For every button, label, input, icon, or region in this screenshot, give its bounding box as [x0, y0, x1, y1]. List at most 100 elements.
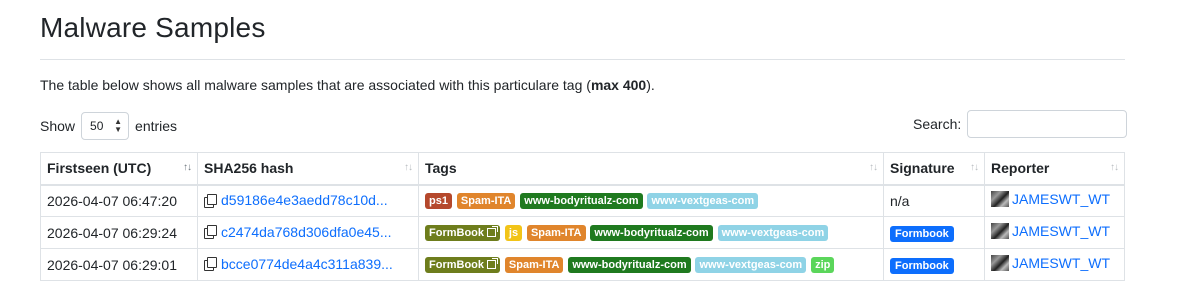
sort-icon: ↑↓ [1110, 162, 1119, 173]
signature-badge[interactable]: Formbook [890, 257, 954, 274]
column-header-label: SHA256 hash [204, 160, 294, 177]
tag-badge[interactable]: ps1 [425, 193, 452, 210]
tags-cell: FormBook js Spam-ITA www-bodyritualz-com… [418, 216, 884, 249]
tag-label: www-bodyritualz-com [594, 227, 709, 240]
hash-wrapper: c2474da768d306dfa0e45... [204, 224, 392, 240]
entries-label: entries [135, 118, 178, 134]
sort-icon: ↑↓ [404, 162, 413, 173]
column-header-label: Reporter [991, 160, 1050, 177]
hash-cell: bcce0774de4a4c311a839... [197, 248, 419, 281]
tag-label: www-vextgeas-com [699, 259, 803, 272]
search-control: Search: [913, 110, 1128, 138]
signature-cell: Formbook [883, 216, 985, 249]
page-title: Malware Samples [40, 12, 266, 43]
firstseen-cell: 2026-04-07 06:29:01 [40, 248, 198, 281]
reporter-wrapper: JAMESWT_WT [991, 223, 1110, 239]
tag-badge[interactable]: js [504, 225, 523, 242]
reporter-link[interactable]: JAMESWT_WT [1012, 255, 1110, 271]
reporter-wrapper: JAMESWT_WT [991, 255, 1110, 271]
reporter-avatar [991, 191, 1009, 208]
reporter-link[interactable]: JAMESWT_WT [1012, 223, 1110, 239]
firstseen-cell: 2026-04-07 06:29:24 [40, 216, 198, 249]
tag-badge[interactable]: Spam-ITA [504, 257, 564, 274]
tag-label: Spam-ITA [508, 259, 560, 272]
hash-cell: c2474da768d306dfa0e45... [197, 216, 419, 249]
tag-label: Spam-ITA [460, 195, 512, 208]
tag-label: FormBook [429, 259, 484, 272]
hash-wrapper: bcce0774de4a4c311a839... [204, 256, 393, 272]
entries-select-value: 50 [90, 119, 104, 133]
tag-badge[interactable]: www-vextgeas-com [717, 225, 829, 242]
tag-label: FormBook [429, 227, 484, 240]
tag-label: zip [815, 259, 831, 272]
hash-link[interactable]: d59186e4e3aedd78c10d... [221, 192, 388, 208]
column-header-reporter[interactable]: Reporter ↑↓ [984, 152, 1125, 186]
reporter-cell: JAMESWT_WT [984, 248, 1125, 281]
title-divider [40, 59, 1125, 60]
intro-text: The table below shows all malware sample… [40, 77, 655, 93]
tag-badge[interactable]: Spam-ITA [526, 225, 586, 242]
copy-icon[interactable] [204, 193, 217, 208]
tag-badge[interactable]: zip [811, 257, 835, 274]
copy-icon[interactable] [204, 257, 217, 272]
tags-cell: FormBook Spam-ITA www-bodyritualz-com ww… [418, 248, 884, 281]
intro-suffix: ). [646, 77, 655, 93]
page: Malware Samples The table below shows al… [0, 0, 1200, 285]
entries-length-control: Show 50 ▲ ▼ entries [40, 112, 177, 140]
hash-link[interactable]: bcce0774de4a4c311a839... [221, 256, 393, 272]
external-link-icon [487, 258, 498, 270]
table-row: 2026-04-07 06:47:20 d59186e4e3aedd78c10d.… [40, 184, 1125, 217]
reporter-cell: JAMESWT_WT [984, 216, 1125, 249]
column-header-label: Firstseen (UTC) [47, 160, 152, 177]
reporter-avatar [991, 255, 1009, 271]
reporter-wrapper: JAMESWT_WT [991, 191, 1110, 208]
column-header-label: Tags [425, 160, 457, 177]
firstseen-cell: 2026-04-07 06:47:20 [40, 184, 198, 217]
tag-label: Spam-ITA [530, 227, 582, 240]
intro-prefix: The table below shows all malware sample… [40, 77, 591, 93]
tag-label: www-vextgeas-com [651, 195, 755, 208]
tag-badge[interactable]: Spam-ITA [456, 193, 516, 210]
sort-icon: ↑↓ [183, 162, 192, 173]
entries-select[interactable]: 50 ▲ ▼ [81, 112, 130, 140]
table-row: 2026-04-07 06:29:01 bcce0774de4a4c311a839… [40, 248, 1125, 281]
hash-cell: d59186e4e3aedd78c10d... [197, 184, 419, 217]
table-row: 2026-04-07 06:29:24 c2474da768d306dfa0e45… [40, 216, 1125, 249]
hash-link[interactable]: c2474da768d306dfa0e45... [221, 224, 392, 240]
tag-label: www-bodyritualz-com [524, 195, 639, 208]
tag-badge[interactable]: www-bodyritualz-com [590, 225, 713, 242]
column-header-sha256[interactable]: SHA256 hash ↑↓ [197, 152, 419, 186]
tags-cell: ps1 Spam-ITA www-bodyritualz-com www-vex… [418, 184, 884, 217]
search-label: Search: [913, 116, 962, 132]
tag-badge[interactable]: www-vextgeas-com [695, 257, 807, 274]
sort-icon: ↑↓ [970, 162, 979, 173]
column-header-firstseen[interactable]: Firstseen (UTC) ↑↓ [40, 152, 198, 186]
tag-badge[interactable]: www-bodyritualz-com [568, 257, 691, 274]
reporter-avatar [991, 223, 1009, 239]
tag-label: www-bodyritualz-com [572, 259, 687, 272]
samples-table: Firstseen (UTC) ↑↓ SHA256 hash ↑↓ Tags ↑↓ S… [40, 152, 1125, 281]
signature-cell: Formbook [883, 248, 985, 281]
signature-badge[interactable]: Formbook [890, 225, 954, 242]
show-label: Show [40, 118, 76, 134]
tag-badge[interactable]: www-bodyritualz-com [520, 193, 643, 210]
column-header-tags[interactable]: Tags ↑↓ [418, 152, 884, 186]
tag-badge[interactable]: www-vextgeas-com [647, 193, 759, 210]
tag-label: js [508, 227, 519, 240]
tag-label: www-vextgeas-com [721, 227, 825, 240]
copy-icon[interactable] [204, 225, 217, 240]
tag-badge[interactable]: FormBook [425, 225, 500, 242]
tag-badge[interactable]: FormBook [425, 257, 500, 274]
column-header-signature[interactable]: Signature ↑↓ [883, 152, 985, 186]
tag-label: ps1 [429, 195, 448, 208]
search-input[interactable] [967, 110, 1128, 138]
reporter-link[interactable]: JAMESWT_WT [1012, 191, 1110, 207]
hash-wrapper: d59186e4e3aedd78c10d... [204, 192, 388, 208]
signature-cell: n/a [883, 184, 985, 217]
table-header-row: Firstseen (UTC) ↑↓ SHA256 hash ↑↓ Tags ↑↓ S… [40, 152, 1125, 186]
signature-text: n/a [890, 192, 910, 209]
intro-max: max 400 [590, 77, 647, 93]
chevron-updown-icon: ▲ ▼ [114, 117, 123, 134]
external-link-icon [487, 226, 498, 238]
sort-icon: ↑↓ [869, 162, 878, 173]
